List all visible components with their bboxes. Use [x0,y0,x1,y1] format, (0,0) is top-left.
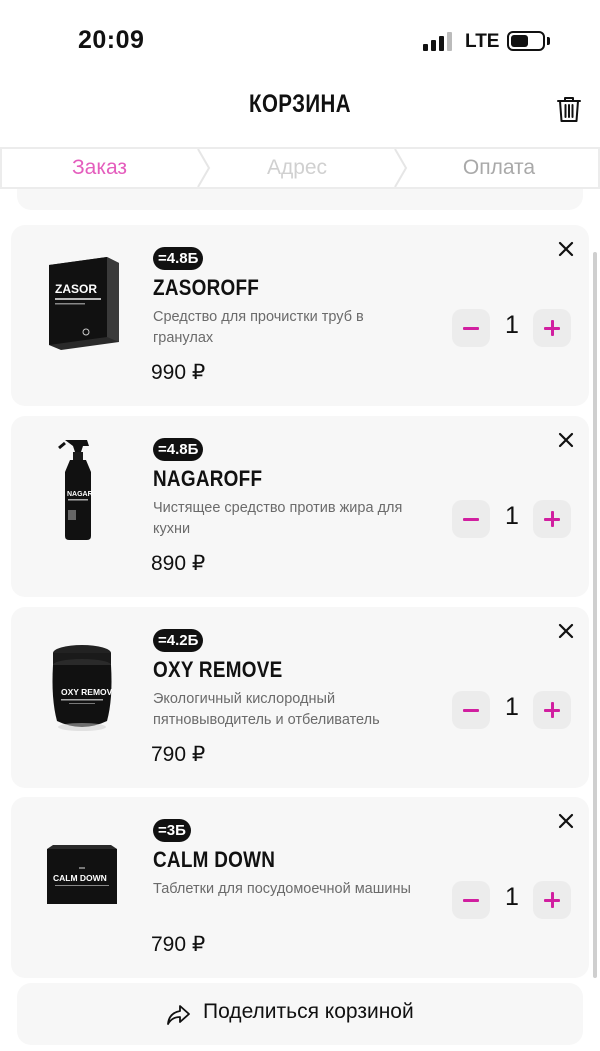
cart-item: OXY REMOV =4.2Б OXY REMOVE Экологичный к… [11,607,589,788]
scrollbar[interactable] [593,252,597,978]
step-order[interactable]: Заказ [2,149,197,187]
points-badge: =4.8Б [153,247,204,270]
status-time: 20:09 [78,26,145,54]
product-description: Таблетки для посудомоечной машины [153,881,411,897]
step-payment[interactable]: Оплата [400,149,598,187]
step-address[interactable]: Адрес [202,149,392,187]
product-image-flat-box: CALM DOWN [47,845,117,904]
svg-text:ZASOR: ZASOR [55,282,97,296]
network-type: LTE [465,31,500,52]
product-image-box: ZASOR [49,257,119,350]
svg-text:NAGAR: NAGAR [67,491,93,498]
signal-strength-icon [423,32,453,51]
checkout-steps: Заказ Адрес Оплата [0,147,600,189]
decrease-quantity-button[interactable] [452,881,490,919]
quantity-value: 1 [505,502,519,530]
remove-item-button[interactable] [555,429,577,451]
points-badge: =4.8Б [153,438,204,461]
battery-icon [507,31,545,51]
product-price: 790 ₽ [151,743,206,766]
product-price: 890 ₽ [151,552,206,575]
remove-item-button[interactable] [555,620,577,642]
points-badge: =3Б [153,819,191,842]
cart-item: CALM DOWN =3Б CALM DOWN Таблетки для пос… [11,797,589,978]
product-price: 990 ₽ [151,361,206,384]
increase-quantity-button[interactable] [533,881,571,919]
product-name[interactable]: OXY REMOVE [153,657,282,683]
decrease-quantity-button[interactable] [452,309,490,347]
product-image-jar: OXY REMOV [52,645,113,731]
increase-quantity-button[interactable] [533,691,571,729]
product-name[interactable]: NAGAROFF [153,466,262,492]
clear-cart-button[interactable] [553,93,585,125]
increase-quantity-button[interactable] [533,309,571,347]
product-name[interactable]: CALM DOWN [153,847,275,873]
product-description: Экологичный кислородный пятновыводитель … [153,691,380,728]
product-price: 790 ₽ [151,933,206,956]
remove-item-button[interactable] [555,810,577,832]
increase-quantity-button[interactable] [533,500,571,538]
points-badge: =4.2Б [153,629,204,652]
product-image-spray-bottle: NAGAR [58,440,93,540]
trash-icon [557,97,581,122]
cart-item: NAGAR =4.8Б NAGAROFF Чистящее средство п… [11,416,589,597]
quantity-value: 1 [505,883,519,911]
share-cart-button[interactable]: Поделиться корзиной [17,983,583,1045]
quantity-value: 1 [505,311,519,339]
decrease-quantity-button[interactable] [452,691,490,729]
product-name[interactable]: ZASOROFF [153,275,259,301]
svg-text:OXY REMOV: OXY REMOV [61,687,113,697]
partial-card [17,189,583,210]
cart-item: ZASOR =4.8Б ZASOROFF Средство для прочис… [11,225,589,406]
product-description: Средство для прочистки труб в гранулах [153,309,364,346]
status-bar: 20:09 LTE [0,0,600,80]
quantity-value: 1 [505,693,519,721]
share-arrow-icon [167,1005,190,1025]
share-cart-label: Поделиться корзиной [203,1000,414,1023]
page-title: КОРЗИНА [249,90,351,118]
product-description: Чистящее средство против жира для кухни [153,500,403,537]
remove-item-button[interactable] [555,238,577,260]
decrease-quantity-button[interactable] [452,500,490,538]
svg-text:CALM DOWN: CALM DOWN [53,873,107,883]
